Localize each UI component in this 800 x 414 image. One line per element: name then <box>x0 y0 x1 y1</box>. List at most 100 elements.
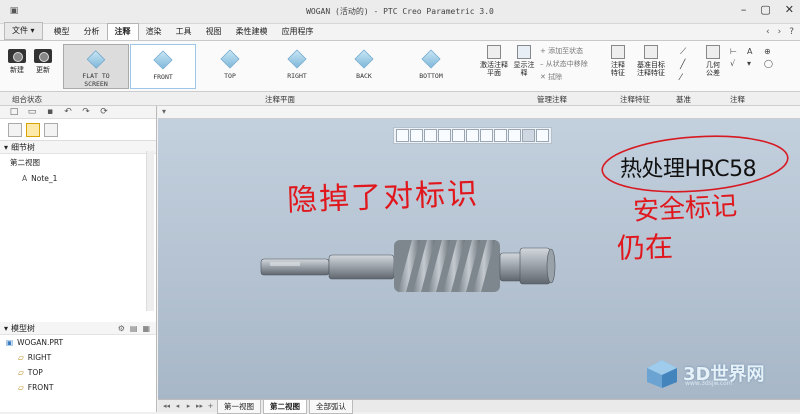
add-sheet-icon[interactable]: + <box>206 402 215 410</box>
annotation-feature-icon <box>611 45 625 59</box>
arrow-left-icon[interactable]: ‹ <box>766 27 770 37</box>
tab-flexible-modeling[interactable]: 柔性建模 <box>229 24 275 40</box>
activate-annotation-plane-button[interactable]: 激活注释平面 <box>480 45 508 77</box>
datum-feature-label: 基准目标注释特征 <box>637 61 665 77</box>
dimension-icon[interactable]: ⊢ <box>730 47 744 56</box>
ribbon-panel: 新建 更新 FLAT TO SCREEN FRONT TOP RIGHT BACK… <box>0 41 800 92</box>
view-top[interactable]: TOP <box>197 44 263 89</box>
undo-icon[interactable]: ↶ <box>62 106 74 118</box>
datum-point-icon[interactable]: ⁄ <box>680 73 686 83</box>
handwriting-note-1: 隐掉了对标识 <box>286 176 480 219</box>
datum-plane-icon[interactable]: ⟋ <box>680 47 686 57</box>
annotation-plane-icon <box>487 45 501 59</box>
show-annotation-button[interactable]: 显示注释 <box>513 45 535 77</box>
sidebar: □ ▭ ▪ ↶ ↷ ⟳ ▾ 细节树 第二视图 A Note_1 ▾ 模型树 ⚙ … <box>0 106 157 412</box>
model-tree-header[interactable]: ▾ 模型树 ⚙ ▤ ▦ <box>0 322 156 335</box>
datum-plane-icon: ▱ <box>18 368 24 377</box>
arrow-right-icon[interactable]: › <box>778 27 782 37</box>
view-bottom[interactable]: BOTTOM <box>398 44 464 89</box>
help-icon[interactable]: ? <box>789 27 794 37</box>
tree-item-second-view[interactable]: 第二视图 <box>0 154 156 171</box>
geometric-tolerance-icon <box>706 45 720 59</box>
group-annotation-feature: 注释特征 <box>620 95 650 104</box>
view-back[interactable]: BACK <box>331 44 397 89</box>
surface-finish-icon[interactable]: √ <box>730 59 744 68</box>
tab-tools[interactable]: 工具 <box>169 24 199 40</box>
save-icon[interactable]: ▪ <box>44 106 56 118</box>
window-title: WOGAN (活动的) - PTC Creo Parametric 3.0 <box>306 7 494 16</box>
tab-view[interactable]: 视图 <box>199 24 229 40</box>
datum-feature-icon <box>644 45 658 59</box>
tree-item-part[interactable]: ▣ WOGAN.PRT <box>0 335 156 350</box>
new-file-icon[interactable]: □ <box>8 106 20 118</box>
view-right[interactable]: RIGHT <box>264 44 330 89</box>
new-state-label: 新建 <box>10 66 24 74</box>
view-flat-to-screen[interactable]: FLAT TO SCREEN <box>63 44 129 89</box>
detail-tree-scrollbar[interactable] <box>146 151 154 311</box>
sheet-tab-second-view[interactable]: 第二视图 <box>263 398 307 414</box>
view-back-label: BACK <box>356 72 372 80</box>
erase-item[interactable]: ✕ 拭除 <box>540 71 588 84</box>
last-sheet-icon[interactable]: ▸▸ <box>195 402 204 410</box>
heat-treatment-note[interactable]: 热处理HRC58 <box>620 151 757 183</box>
detail-tree-header[interactable]: ▾ 细节树 <box>0 141 156 154</box>
maximize-icon[interactable]: ▢ <box>760 3 770 16</box>
tab-favorites-icon[interactable] <box>44 122 58 137</box>
symbol-icon[interactable]: ⊕ <box>764 47 778 56</box>
view-front[interactable]: FRONT <box>130 44 196 89</box>
close-icon[interactable]: ✕ <box>785 3 794 16</box>
new-state-button[interactable]: 新建 <box>8 49 26 75</box>
file-menu-label: 文件 <box>12 26 28 35</box>
view-top-label: TOP <box>224 72 236 80</box>
show-annotation-label: 显示注释 <box>513 61 535 77</box>
tab-folder-icon[interactable] <box>26 122 40 137</box>
tree-item-note[interactable]: A Note_1 <box>0 171 156 186</box>
tab-applications[interactable]: 应用程序 <box>275 24 321 40</box>
prev-sheet-icon[interactable]: ◂ <box>173 402 182 410</box>
tree-columns-icon[interactable]: ▤ <box>130 324 138 333</box>
weld-icon[interactable]: ▾ <box>747 59 761 68</box>
tab-analysis[interactable]: 分析 <box>77 24 107 40</box>
geometric-tolerance-button[interactable]: 几何公差 <box>704 45 722 77</box>
remove-from-state-item[interactable]: – 从状态中移除 <box>540 58 588 71</box>
file-menu[interactable]: 文件 ▾ <box>4 22 43 40</box>
regenerate-icon[interactable]: ⟳ <box>98 106 110 118</box>
note-icon[interactable]: A <box>747 47 761 56</box>
view-bottom-label: BOTTOM <box>419 72 443 80</box>
datum-feature-button[interactable]: 基准目标注释特征 <box>634 45 668 77</box>
ribbon-group-labels: 组合状态 注释平面 管理注释 注释特征 基准 注释 <box>0 92 800 106</box>
tree-settings-icon[interactable]: ⚙ <box>118 324 125 333</box>
annotation-tools-grid: ⊢ A ⊕ √ ▾ ◯ <box>730 47 778 68</box>
balloon-icon[interactable]: ◯ <box>764 59 778 68</box>
activate-annotation-label: 激活注释平面 <box>480 61 508 77</box>
tree-filter-icon[interactable]: ▦ <box>142 324 150 333</box>
update-state-button[interactable]: 更新 <box>34 49 52 75</box>
geometric-tolerance-label: 几何公差 <box>706 61 720 77</box>
next-sheet-icon[interactable]: ▸ <box>184 402 193 410</box>
open-file-icon[interactable]: ▭ <box>26 106 38 118</box>
menu-right-tools: ‹ › ? <box>766 27 794 37</box>
detail-tree-title: 细节树 <box>11 142 36 152</box>
datum-axis-icon[interactable]: ╱ <box>680 60 686 70</box>
collapse-icon: ▾ <box>4 142 9 152</box>
model-tree-tools: ⚙ ▤ ▦ <box>118 324 150 333</box>
tab-render[interactable]: 渲染 <box>139 24 169 40</box>
annotation-feature-button[interactable]: 注释特征 <box>608 45 628 77</box>
sheet-tab-all[interactable]: 全部弧认 <box>309 398 353 414</box>
first-sheet-icon[interactable]: ◂◂ <box>162 402 171 410</box>
tab-model-tree-icon[interactable] <box>8 122 22 137</box>
minimize-icon[interactable]: – <box>741 3 747 16</box>
remove-from-state-label: 从状态中移除 <box>545 60 588 68</box>
redo-icon[interactable]: ↷ <box>80 106 92 118</box>
sidebar-toolbar: □ ▭ ▪ ↶ ↷ ⟳ <box>0 106 156 119</box>
sheet-tab-first-view[interactable]: 第一视图 <box>217 398 261 414</box>
add-to-state-label: 添加至状态 <box>548 47 584 55</box>
tree-item-right[interactable]: ▱ RIGHT <box>0 350 156 365</box>
tab-annotate[interactable]: 注释 <box>106 23 139 40</box>
tree-item-front[interactable]: ▱ FRONT <box>0 380 156 395</box>
part-icon: ▣ <box>6 338 14 347</box>
tab-model[interactable]: 模型 <box>47 24 77 40</box>
watermark-cube-icon <box>647 360 677 388</box>
add-to-state-item[interactable]: + 添加至状态 <box>540 45 588 58</box>
tree-item-top[interactable]: ▱ TOP <box>0 365 156 380</box>
